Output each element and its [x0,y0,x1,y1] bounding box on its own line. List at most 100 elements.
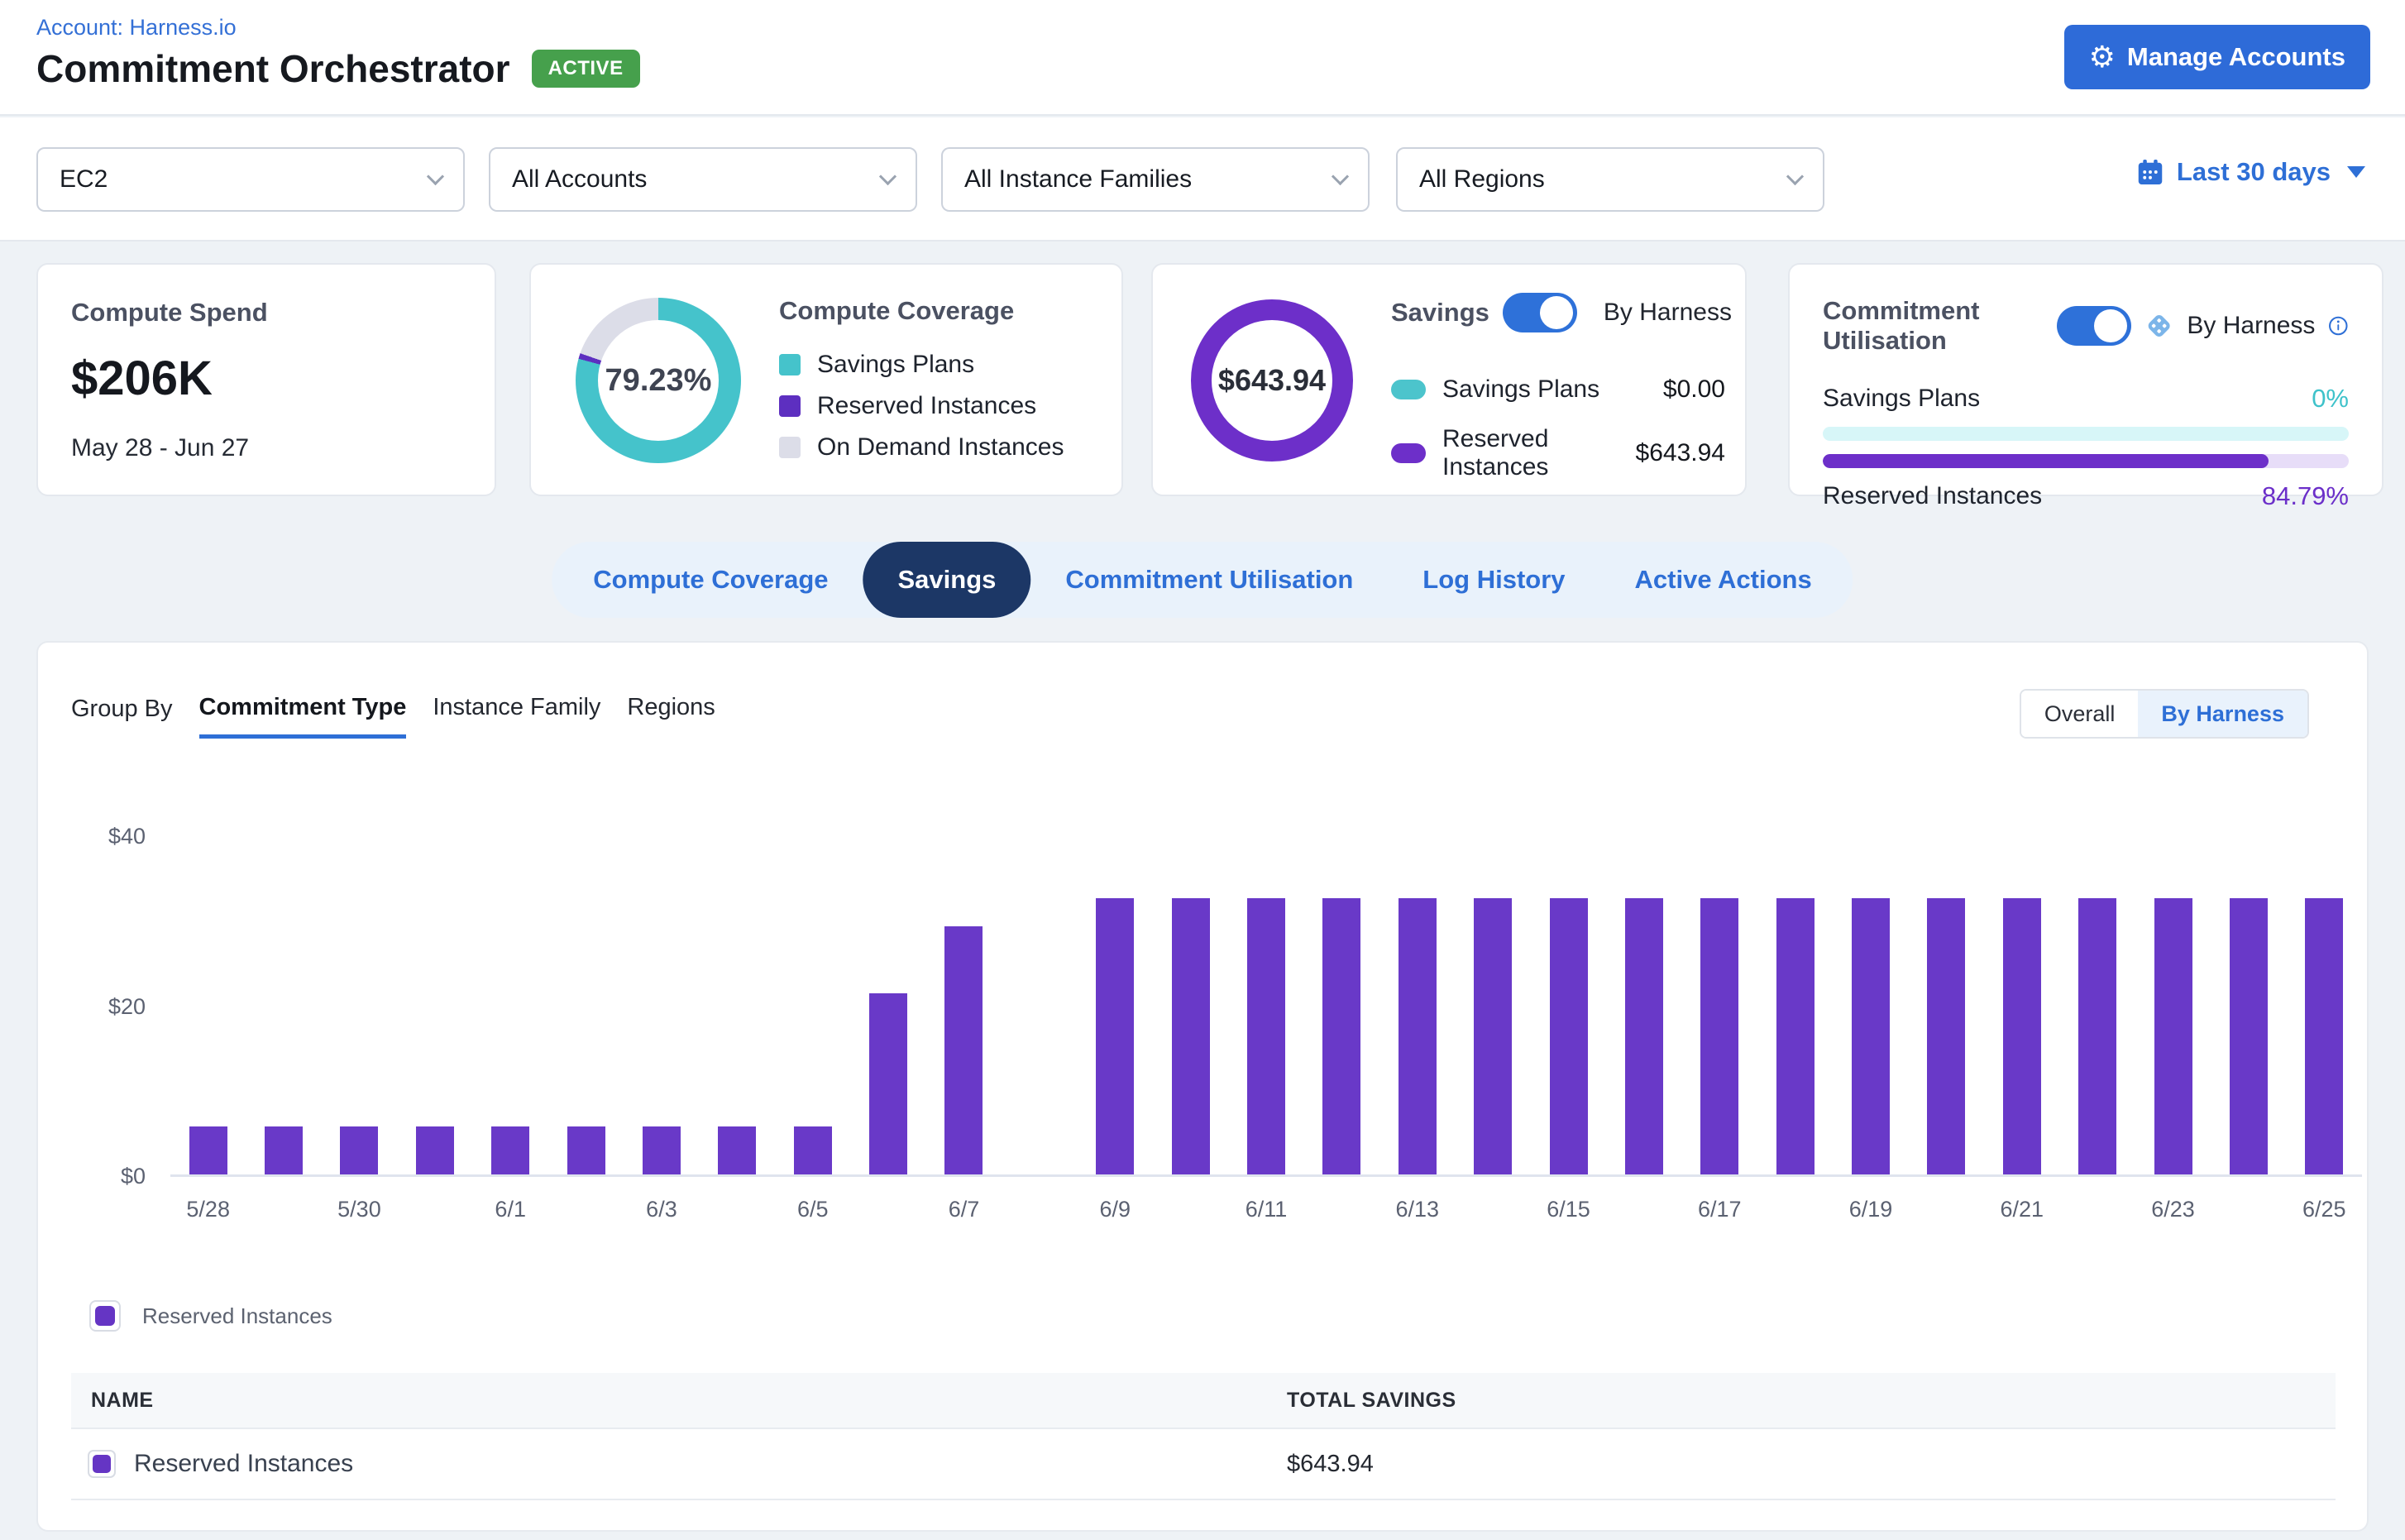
group-by-label: Group By [71,694,173,723]
chart-legend: Reserved Instances [89,1300,332,1332]
group-by-instance-family[interactable]: Instance Family [433,694,600,734]
chart-bar[interactable] [2305,898,2343,1174]
chart-bar[interactable] [2230,898,2268,1174]
teal-pill-swatch [1391,380,1426,399]
y-axis-tick: $0 [55,1164,146,1189]
savings-row-reserved-instances: Reserved Instances $643.94 [1391,425,1725,481]
savings-row-savings-plans: Savings Plans $0.00 [1391,375,1725,404]
row-total-savings: $643.94 [1287,1451,1374,1478]
service-select[interactable]: EC2 [36,147,465,212]
chart-bar[interactable] [567,1126,605,1174]
chart-legend-label: Reserved Instances [142,1303,332,1329]
commitment-utilisation-title: Commitment Utilisation [1823,296,2044,356]
chart-bar[interactable] [1550,898,1588,1174]
checkbox-fill [93,1455,111,1473]
date-range-picker[interactable]: Last 30 days [2135,157,2365,187]
chart-bar[interactable] [1776,898,1815,1174]
savings-panel: Group By Commitment Type Instance Family… [36,641,2369,1532]
row-checkbox[interactable] [88,1450,116,1478]
segment-overall[interactable]: Overall [2021,691,2139,737]
column-header-total-savings: TOTAL SAVINGS [1287,1389,1456,1413]
chevron-down-icon [427,167,444,184]
caret-down-icon [2347,166,2365,178]
chart-bar[interactable] [1172,898,1210,1174]
tab-savings[interactable]: Savings [863,542,1031,618]
by-harness-toggle[interactable] [2057,306,2131,346]
legend-checkbox[interactable] [89,1300,121,1332]
savings-donut-chart: $643.94 [1191,299,1353,462]
chart-bar[interactable] [2078,898,2116,1174]
checkbox-fill [95,1306,115,1326]
info-icon[interactable] [2328,313,2349,339]
regions-select[interactable]: All Regions [1396,147,1824,212]
chart-bar[interactable] [718,1126,756,1174]
compute-spend-value: $206K [71,351,461,406]
chart-bar[interactable] [1852,898,1890,1174]
segment-by-harness[interactable]: By Harness [2138,691,2307,737]
tab-compute-coverage[interactable]: Compute Coverage [558,542,863,618]
chart-bar[interactable] [1322,898,1360,1174]
group-by-regions[interactable]: Regions [627,694,715,734]
purple-swatch [779,395,801,417]
x-axis-label: 5/28 [186,1197,230,1222]
x-axis-label: 6/17 [1698,1197,1742,1222]
chart-bar[interactable] [1927,898,1965,1174]
table-row[interactable]: Reserved Instances $643.94 [71,1429,2336,1500]
util-row-value: 84.79% [2262,481,2349,511]
table-header-row: NAME TOTAL SAVINGS [71,1373,2336,1429]
chart-bar[interactable] [1399,898,1437,1174]
chart-bar[interactable] [189,1126,227,1174]
calendar-icon [2135,157,2165,187]
chart-bar[interactable] [794,1126,832,1174]
overall-byharness-segmented-control: Overall By Harness [2020,689,2309,739]
y-axis-tick: $20 [55,994,146,1020]
harness-logo-icon [2144,307,2173,345]
chart-bar[interactable] [1247,898,1285,1174]
compute-coverage-card: 79.23% Compute Coverage Savings Plans Re… [529,263,1123,496]
legend-label: Reserved Instances [817,392,1036,420]
instance-families-select[interactable]: All Instance Families [941,147,1370,212]
chart-bar[interactable] [1474,898,1512,1174]
tab-active-actions[interactable]: Active Actions [1600,542,1847,618]
savings-title: Savings [1391,298,1489,328]
chart-bar[interactable] [416,1126,454,1174]
chart-bar[interactable] [944,926,983,1174]
tab-commitment-utilisation[interactable]: Commitment Utilisation [1030,542,1388,618]
chart-bar[interactable] [643,1126,681,1174]
column-header-name: NAME [71,1389,154,1413]
x-axis-label: 6/15 [1547,1197,1590,1222]
manage-accounts-button[interactable]: ⚙ Manage Accounts [2064,25,2370,89]
regions-select-value: All Regions [1419,165,1545,194]
x-axis-label: 6/7 [949,1197,980,1222]
by-harness-label: By Harness [1604,299,1732,327]
accounts-select[interactable]: All Accounts [489,147,917,212]
compute-spend-period: May 28 - Jun 27 [71,434,461,462]
teal-swatch [779,354,801,375]
commitment-orchestrator-page: Account: Harness.io Commitment Orchestra… [0,0,2405,1540]
by-harness-toggle[interactable] [1503,293,1577,332]
chart-bar[interactable] [1625,898,1663,1174]
savings-row-value: $0.00 [1663,375,1725,404]
x-axis-label: 6/1 [495,1197,526,1222]
group-by-commitment-type[interactable]: Commitment Type [199,694,407,739]
legend-item-savings-plans: Savings Plans [779,351,1064,379]
x-axis-label: 5/30 [337,1197,381,1222]
chart-bar[interactable] [340,1126,378,1174]
chart-bar[interactable] [1700,898,1738,1174]
compute-spend-card: Compute Spend $206K May 28 - Jun 27 [36,263,496,496]
util-row-value: 0% [2312,384,2349,414]
tab-log-history[interactable]: Log History [1388,542,1599,618]
status-badge: ACTIVE [532,50,640,88]
chart-bar[interactable] [1096,898,1134,1174]
reserved-instances-progress-bar [1823,454,2349,468]
chart-bar[interactable] [265,1126,303,1174]
chart-bar[interactable] [2003,898,2041,1174]
chart-bar[interactable] [491,1126,529,1174]
chart-bar[interactable] [2154,898,2192,1174]
account-link[interactable]: Account: Harness.io [36,15,237,41]
chevron-down-icon [1332,167,1349,184]
coverage-donut-value: 79.23% [576,298,741,463]
x-axis-label: 6/21 [2001,1197,2044,1222]
compute-spend-title: Compute Spend [71,298,461,328]
chart-bar[interactable] [869,993,907,1174]
